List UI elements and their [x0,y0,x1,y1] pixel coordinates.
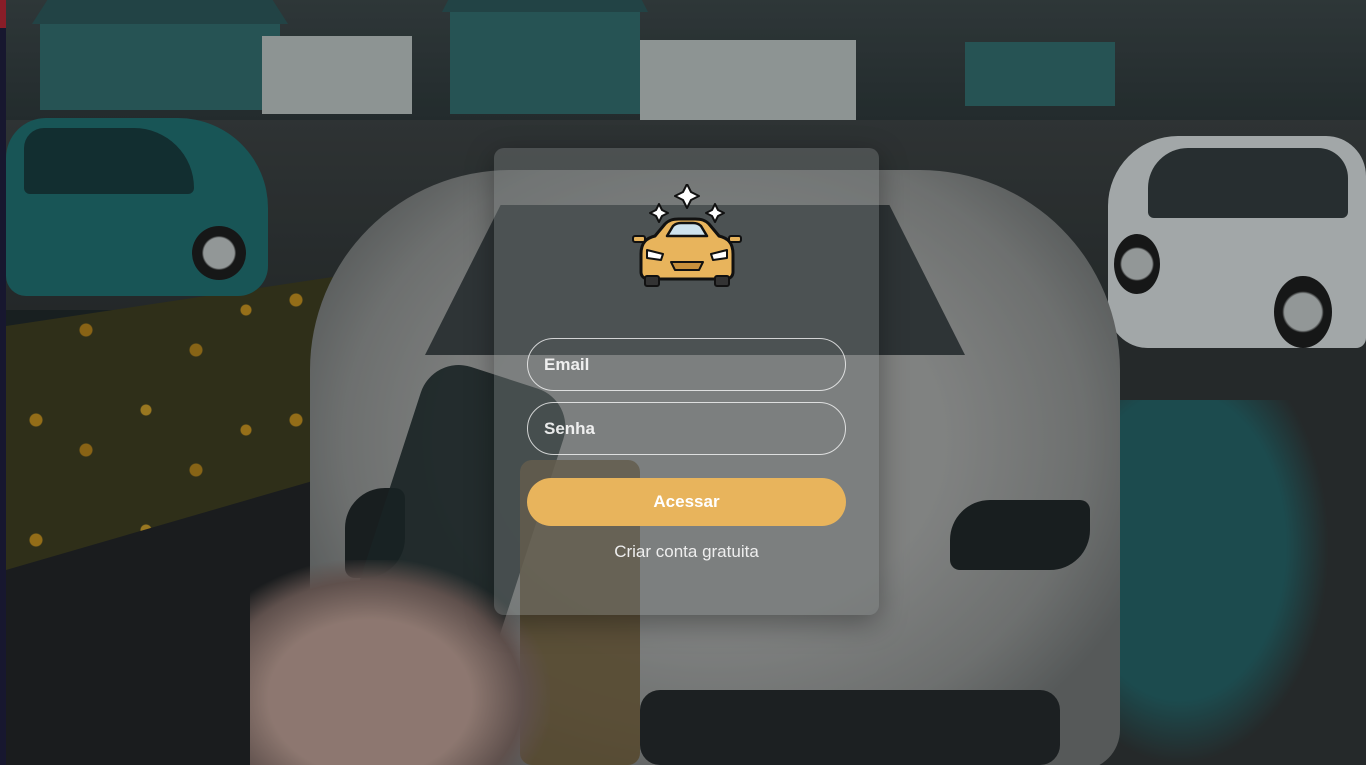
password-input[interactable] [527,402,846,455]
login-card: Acessar Criar conta gratuita [494,148,879,615]
login-button[interactable]: Acessar [527,478,846,526]
email-input[interactable] [527,338,846,391]
create-account-link[interactable]: Criar conta gratuita [494,542,879,562]
car-wash-icon [632,184,742,287]
